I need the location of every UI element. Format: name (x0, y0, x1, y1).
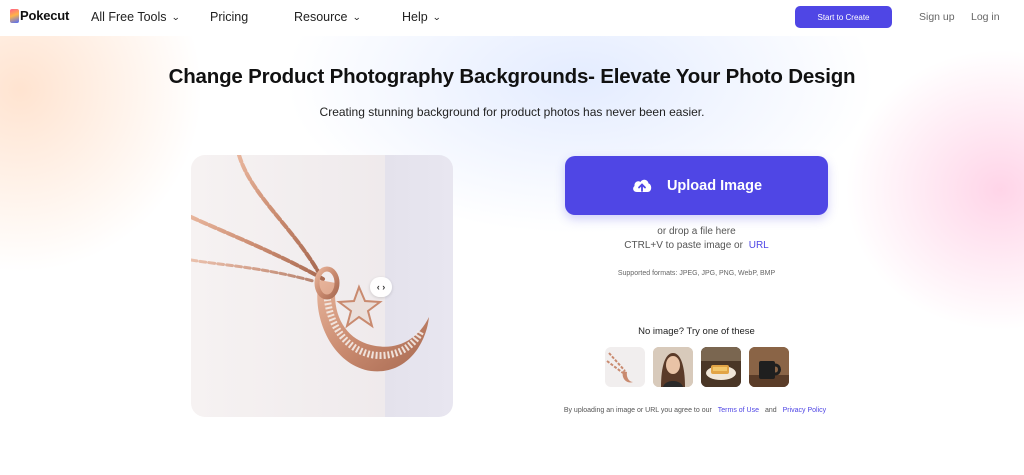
necklace-thumbnail (606, 352, 633, 383)
nav-item-label: All Free Tools (91, 10, 167, 24)
chevron-down-icon: ⌄ (170, 11, 180, 22)
compare-slider-handle[interactable]: ‹ › (370, 277, 392, 297)
cloud-upload-icon (633, 179, 652, 192)
privacy-policy-link[interactable]: Privacy Policy (783, 407, 827, 414)
chevron-down-icon: ⌄ (431, 11, 442, 22)
nav-all-free-tools[interactable]: All Free Tools ⌄ (91, 10, 180, 24)
nav-item-label: Help (402, 10, 428, 24)
start-to-create-button[interactable]: Start to Create (795, 6, 892, 28)
nav-help[interactable]: Help ⌄ (402, 10, 442, 24)
nav-item-label: Resource (294, 10, 348, 24)
top-navbar: Pokecut All Free Tools ⌄ Pricing Resourc… (0, 0, 1024, 36)
upload-image-button[interactable]: Upload Image (565, 156, 828, 215)
logo[interactable]: Pokecut (10, 8, 69, 23)
sample-bread[interactable] (701, 347, 741, 387)
legal-notice: By uploading an image or URL you agree t… (0, 407, 1024, 414)
drop-hint: or drop a file here (657, 226, 736, 237)
logo-mark-icon (10, 8, 19, 23)
page-title: Change Product Photography Backgrounds- … (168, 65, 856, 88)
sample-mug[interactable] (749, 347, 789, 387)
page-subtitle: Creating stunning background for product… (319, 105, 705, 119)
nav-resource[interactable]: Resource ⌄ (294, 10, 361, 24)
sample-necklace[interactable] (605, 347, 645, 387)
terms-of-use-link[interactable]: Terms of Use (718, 407, 759, 414)
legal-prefix: By uploading an image or URL you agree t… (563, 407, 712, 414)
chevron-down-icon: ⌄ (351, 11, 361, 22)
url-link[interactable]: URL (749, 240, 769, 251)
logo-text: Pokecut (20, 8, 70, 23)
mug-thumbnail (749, 347, 789, 387)
upload-button-label: Upload Image (666, 177, 763, 194)
before-after-preview[interactable] (191, 155, 453, 417)
nav-pricing[interactable]: Pricing (210, 10, 248, 24)
legal-and: and (764, 407, 777, 414)
sign-up-link[interactable]: Sign up (919, 11, 955, 23)
bread-thumbnail (701, 347, 741, 387)
necklace-image (191, 155, 429, 372)
portrait-thumbnail (653, 347, 693, 387)
sample-portrait[interactable] (653, 347, 693, 387)
supported-formats: Supported formats: JPEG, JPG, PNG, WebP,… (617, 270, 776, 277)
sample-prompt: No image? Try one of these (638, 326, 755, 337)
log-in-link[interactable]: Log in (971, 11, 1000, 23)
paste-hint-text: CTRL+V to paste image or (624, 240, 743, 251)
paste-hint: CTRL+V to paste image or URL (565, 240, 828, 251)
nav-item-label: Pricing (210, 10, 249, 24)
